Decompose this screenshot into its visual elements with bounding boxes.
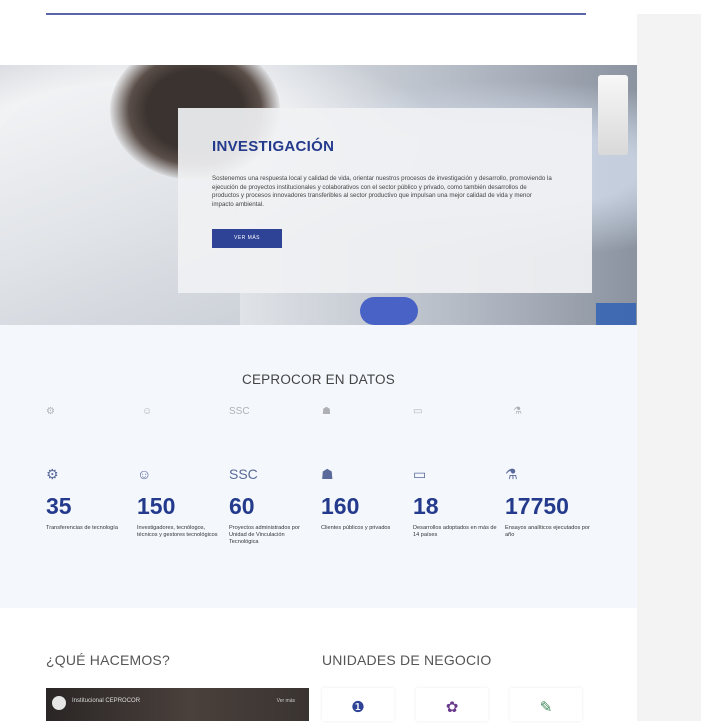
stat-value: 150 [137,493,176,519]
video-player[interactable]: Institucional CEPROCOR Ver más [46,688,309,721]
hero-title: INVESTIGACIÓN [212,138,335,155]
business-unit-card-1[interactable]: ❶ [322,688,394,721]
what-we-do-heading: ¿QUÉ HACEMOS? [46,652,170,668]
stat-value: 18 [413,493,439,519]
right-gutter [637,14,701,721]
business-units-heading: UNIDADES DE NEGOCIO [322,652,492,668]
stat-proyectos: SSC 60 Proyectos administrados por Unida… [229,466,314,546]
stat-investigadores: ☺ 150 Investigadores, tecnólogos, técnic… [137,466,222,539]
stat-clientes: ☗ 160 Clientes públicos y privados [321,466,406,532]
stat-label: Proyectos administrados por Unidad de Vi… [229,525,300,545]
hero-card: INVESTIGACIÓN Sostenemos una respuesta l… [178,108,592,293]
business-unit-card-3[interactable]: ✎ [510,688,582,721]
flask-icon: ❶ [351,699,365,716]
stat-label: Ensayos analíticos ejecutados por año [505,525,590,538]
stat-value: 35 [46,493,72,519]
hero-description: Sostenemos una respuesta local y calidad… [212,175,552,208]
stat-value: 160 [321,493,360,519]
hero-photo-glove [360,297,418,325]
stat-value: 60 [229,493,255,519]
stat-desarrollos: ▭ 18 Desarrollos adoptados en más de 14 … [413,466,498,539]
stat-label: Desarrollos adoptados en más de 14 paíse… [413,525,497,538]
handshake-icon: ⚙ [46,406,55,417]
top-divider [46,13,586,15]
microscope-icon: ⚗ [505,466,518,482]
ssc-icon: SSC [229,466,258,482]
stat-transferencias: ⚙ 35 Transferencias de tecnología [46,466,131,532]
hero-photo-blue-object [596,303,636,325]
stat-label: Clientes públicos y privados [321,525,391,531]
handshake-icon: ⚙ [46,466,59,482]
stat-label: Transferencias de tecnología [46,525,118,531]
computer-icon: ▭ [413,406,423,417]
ssc-icon: SSC [229,406,250,417]
people-icon: ☺ [142,406,153,417]
stat-label: Investigadores, tecnólogos, técnicos y g… [137,525,218,538]
hero-more-button[interactable]: VER MÁS [212,229,282,248]
data-section-title: CEPROCOR EN DATOS [242,372,395,387]
video-title: Institucional CEPROCOR [72,698,141,704]
stat-ensayos: ⚗ 17750 Ensayos analíticos ejecutados po… [505,466,595,539]
molecule-icon: ✿ [445,699,459,716]
team-icon: ☗ [321,466,334,482]
people-icon: ☺ [137,466,152,482]
capsule-icon: ✎ [539,699,553,716]
stat-value: 17750 [505,493,569,519]
faded-icon-row: ⚙ ☺ SSC ☗ ▭ ⚗ [0,398,637,428]
computer-icon: ▭ [413,466,427,482]
channel-logo-icon [52,696,66,710]
video-more-link[interactable]: Ver más [277,698,295,704]
microscope-icon: ⚗ [513,406,522,417]
team-icon: ☗ [322,406,331,417]
business-unit-card-2[interactable]: ✿ [416,688,488,721]
hero-photo-equipment [598,75,628,155]
